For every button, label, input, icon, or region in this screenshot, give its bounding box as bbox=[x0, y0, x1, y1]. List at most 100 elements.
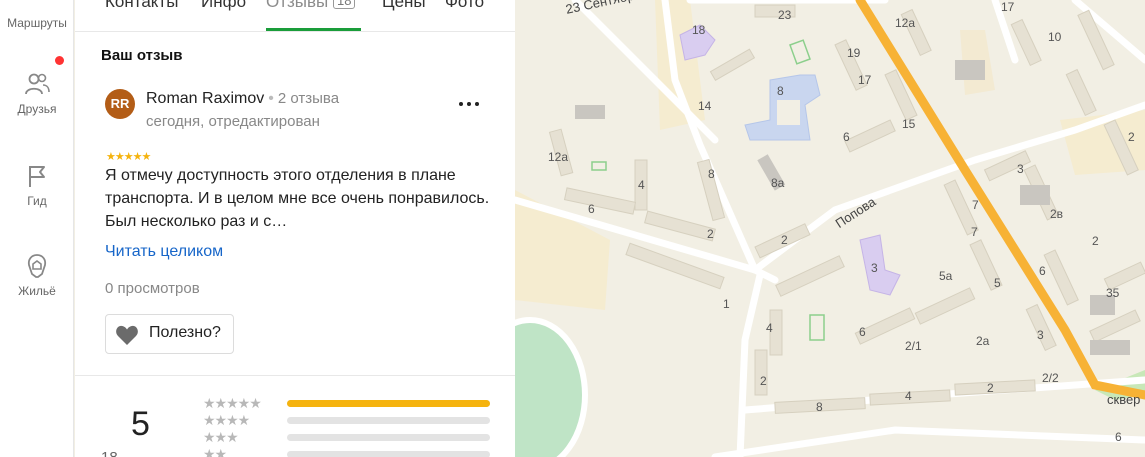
house-number: 4 bbox=[766, 321, 773, 335]
house-number: 2 bbox=[760, 374, 767, 388]
heart-icon bbox=[116, 325, 138, 345]
review-text: Я отмечу доступность этого отделения в п… bbox=[105, 167, 490, 230]
tab-info[interactable]: Инфо bbox=[201, 0, 246, 12]
house-number: 5 bbox=[994, 276, 1001, 290]
house-number: 2а bbox=[976, 334, 990, 348]
nav-routes-label: Маршруты bbox=[7, 16, 67, 30]
house-number: 10 bbox=[1048, 30, 1062, 44]
flag-icon bbox=[29, 166, 45, 187]
housing-icon bbox=[27, 254, 47, 278]
rating-bar-track bbox=[287, 434, 490, 441]
tab-photos[interactable]: Фото bbox=[445, 0, 484, 12]
house-number: 1 bbox=[723, 297, 730, 311]
rating-stars-2: ★★ bbox=[203, 446, 227, 457]
house-number: 23 bbox=[778, 8, 792, 22]
review-stars: ★★★★★ bbox=[106, 147, 151, 163]
house-number: 4 bbox=[638, 178, 645, 192]
nav-routes[interactable]: Маршруты bbox=[0, 0, 74, 30]
house-number: 2/1 bbox=[905, 339, 922, 353]
your-review-title: Ваш отзыв bbox=[101, 47, 183, 64]
star-icon: ★ bbox=[106, 151, 116, 163]
star-icon: ★ bbox=[132, 151, 143, 163]
more-options-button[interactable] bbox=[457, 95, 481, 111]
house-number: 6 bbox=[1039, 264, 1046, 278]
house-number: 6 bbox=[859, 325, 866, 339]
house-number: 17 bbox=[1001, 0, 1015, 14]
rating-bar-fill bbox=[287, 400, 490, 407]
house-number: 14 bbox=[698, 99, 712, 113]
house-number: 2/2 bbox=[1042, 371, 1059, 385]
house-number: 4 bbox=[905, 389, 912, 403]
author-review-count: 2 отзыва bbox=[277, 90, 340, 107]
avatar[interactable]: RR bbox=[105, 89, 135, 119]
tab-bar: Контакты Инфо Отзывы 18 Цены Фото bbox=[75, 0, 515, 32]
star-icon: ★ bbox=[123, 151, 134, 163]
house-number: 18 bbox=[692, 23, 706, 37]
street-label-skver: сквер bbox=[1107, 392, 1141, 407]
nav-guide-label: Гид bbox=[27, 194, 47, 208]
house-number: 35 bbox=[1106, 286, 1120, 300]
house-number: 19 bbox=[847, 46, 861, 60]
house-number: 2 bbox=[1128, 130, 1135, 144]
house-number: 2 bbox=[1092, 234, 1099, 248]
house-number: 5а bbox=[939, 269, 953, 283]
house-number: 17 bbox=[858, 73, 872, 87]
house-number: 3 bbox=[1017, 162, 1024, 176]
more-dot-icon bbox=[467, 102, 471, 106]
left-nav: Маршруты Друзья Гид Жильё bbox=[0, 0, 74, 457]
rating-count: 18 bbox=[101, 449, 118, 457]
house-number: 8 bbox=[816, 400, 823, 414]
rating-stars-3: ★★★ bbox=[203, 429, 239, 445]
more-dot-icon bbox=[475, 102, 479, 106]
useful-label: Полезно? bbox=[149, 324, 221, 341]
tab-reviews-label: Отзывы bbox=[266, 0, 329, 11]
star-icon: ★ bbox=[114, 151, 125, 163]
house-number: 2 bbox=[707, 227, 714, 241]
friends-icon bbox=[25, 73, 50, 95]
tabs-divider bbox=[75, 31, 515, 32]
house-number: 6 bbox=[1115, 430, 1122, 444]
nav-housing[interactable]: Жильё bbox=[0, 252, 74, 298]
map-canvas bbox=[515, 0, 1145, 457]
house-number: 2 bbox=[781, 233, 788, 247]
section-divider bbox=[75, 375, 515, 376]
rating-stars-4: ★★★★ bbox=[203, 412, 250, 428]
house-number: 7 bbox=[972, 198, 979, 212]
house-number: 8а bbox=[771, 176, 785, 190]
nav-friends-label: Друзья bbox=[17, 102, 57, 116]
review-author-line: Roman Raximov • 2 отзыва bbox=[146, 90, 339, 108]
house-number: 2в bbox=[1050, 207, 1064, 221]
house-number: 12а bbox=[548, 150, 569, 164]
views-count: 0 просмотров bbox=[105, 280, 200, 297]
rating-bar-track bbox=[287, 451, 490, 457]
nav-housing-label: Жильё bbox=[18, 284, 56, 298]
more-dot-icon bbox=[459, 102, 463, 106]
house-number: 2 bbox=[987, 381, 994, 395]
review-date: сегодня, отредактирован bbox=[146, 113, 320, 130]
rating-bar-track bbox=[287, 417, 490, 424]
author-name[interactable]: Roman Raximov bbox=[146, 90, 264, 107]
house-number: 15 bbox=[902, 117, 916, 131]
notification-dot bbox=[55, 56, 64, 65]
read-more-link[interactable]: Читать целиком bbox=[105, 243, 223, 261]
house-number: 8 bbox=[708, 167, 715, 181]
house-number: 7 bbox=[971, 225, 978, 239]
house-number: 3 bbox=[1037, 328, 1044, 342]
rating-stars-5: ★★★★★ bbox=[203, 395, 262, 411]
org-panel: Контакты Инфо Отзывы 18 Цены Фото Ваш от… bbox=[75, 0, 515, 457]
map-view[interactable]: 23 Сентября Попова сквер 23 12а 17 10 18… bbox=[515, 0, 1145, 457]
house-number: 3 bbox=[871, 261, 878, 275]
rating-bar-track bbox=[287, 400, 490, 407]
useful-button[interactable]: Полезно? bbox=[105, 314, 234, 354]
separator-dot: • bbox=[268, 90, 274, 107]
nav-guide[interactable]: Гид bbox=[0, 162, 74, 208]
house-number: 12а bbox=[895, 16, 916, 30]
house-number: 8 bbox=[777, 84, 784, 98]
tab-contacts[interactable]: Контакты bbox=[105, 0, 178, 12]
house-number: 6 bbox=[843, 130, 850, 144]
nav-friends[interactable]: Друзья bbox=[0, 70, 74, 116]
star-icon: ★ bbox=[141, 151, 152, 163]
tab-prices[interactable]: Цены bbox=[382, 0, 426, 12]
tab-reviews[interactable]: Отзывы 18 bbox=[266, 0, 356, 12]
reviews-count-badge: 18 bbox=[333, 0, 356, 9]
